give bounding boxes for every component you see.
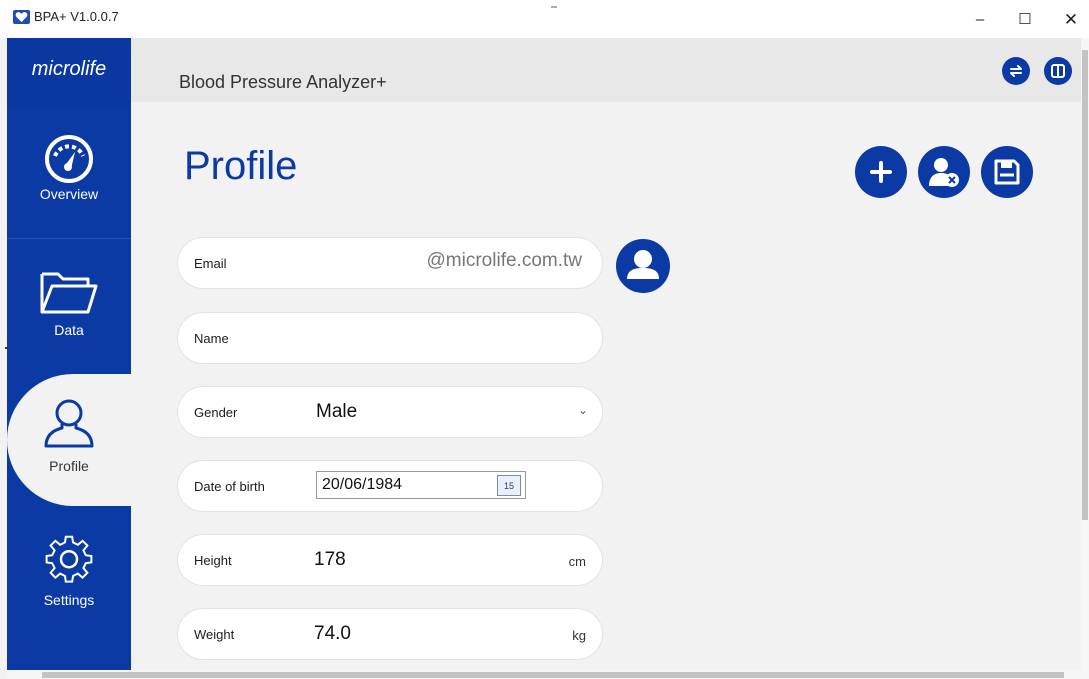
delete-user-icon xyxy=(929,158,959,187)
manual-button[interactable] xyxy=(1044,57,1072,85)
chevron-down-icon[interactable]: ⌄ xyxy=(578,403,588,417)
window-title: BPA+ V1.0.0.7 xyxy=(34,9,119,24)
horizontal-scroll-thumb[interactable] xyxy=(42,672,1064,678)
user-outline-icon xyxy=(44,399,94,448)
brand-logo: microlife xyxy=(31,58,107,80)
user-avatar-icon xyxy=(627,250,659,279)
save-profile-button[interactable] xyxy=(981,146,1033,198)
maximize-button[interactable]: ☐ xyxy=(1011,8,1039,32)
app-heading: Blood Pressure Analyzer+ xyxy=(179,72,387,92)
weight-label: Weight xyxy=(194,627,235,642)
email-value[interactable]: @microlife.com.tw xyxy=(427,250,582,272)
dob-label: Date of birth xyxy=(194,479,265,494)
gear-icon xyxy=(45,535,93,583)
folder-icon xyxy=(40,272,98,314)
weight-unit: kg xyxy=(572,628,586,643)
sidebar-item-label: Settings xyxy=(43,592,95,608)
book-icon xyxy=(1051,64,1065,78)
sidebar-item-label: Data xyxy=(54,322,84,338)
header-bar: Blood Pressure Analyzer+ xyxy=(131,38,1081,102)
sidebar-item-data[interactable]: Data xyxy=(7,238,131,374)
window-grip xyxy=(551,6,557,8)
add-profile-button[interactable] xyxy=(855,146,907,198)
date-picker[interactable]: 20/06/1984 15 xyxy=(316,471,526,499)
page-title: Profile xyxy=(184,144,298,188)
name-field[interactable]: Name xyxy=(178,313,602,363)
sidebar-item-label: Overview xyxy=(39,186,99,202)
avatar[interactable] xyxy=(616,239,670,293)
calendar-icon[interactable]: 15 xyxy=(497,475,521,496)
name-label: Name xyxy=(194,331,229,346)
height-field[interactable]: Height 178 cm xyxy=(178,535,602,585)
email-label: Email xyxy=(194,256,227,271)
weight-value[interactable]: 74.0 xyxy=(314,623,351,645)
title-bar: BPA+ V1.0.0.7 – ☐ ✕ xyxy=(0,0,1089,38)
height-label: Height xyxy=(194,553,232,568)
sidebar-item-overview[interactable]: Overview xyxy=(7,118,131,254)
sidebar-item-label: Profile xyxy=(49,458,89,474)
add-icon xyxy=(870,161,892,183)
sidebar-item-profile[interactable]: Profile xyxy=(7,374,131,506)
close-button[interactable]: ✕ xyxy=(1057,8,1085,32)
window-edge-tick xyxy=(5,347,8,349)
gauge-icon xyxy=(45,135,93,183)
sidebar-item-settings[interactable]: Settings xyxy=(7,508,131,644)
gender-select[interactable]: Gender Male ⌄ xyxy=(178,387,602,437)
height-unit: cm xyxy=(568,554,586,569)
dob-value[interactable]: 20/06/1984 xyxy=(322,476,402,494)
gender-value[interactable]: Male xyxy=(316,401,357,423)
gender-label: Gender xyxy=(194,405,238,420)
dob-field: Date of birth 20/06/1984 15 xyxy=(178,461,602,511)
vertical-scroll-thumb[interactable] xyxy=(1082,50,1088,520)
save-icon xyxy=(994,159,1020,185)
email-field[interactable]: Email @microlife.com.tw xyxy=(178,238,602,288)
height-value[interactable]: 178 xyxy=(314,549,346,571)
weight-field[interactable]: Weight 74.0 kg xyxy=(178,609,602,659)
sidebar: microlife Overview Data Profile Settings xyxy=(7,38,131,670)
app-heart-icon xyxy=(13,10,30,24)
swap-icon xyxy=(1010,65,1022,77)
switch-user-button[interactable] xyxy=(1002,57,1030,85)
minimize-button[interactable]: – xyxy=(966,8,994,32)
delete-user-button[interactable] xyxy=(918,146,970,198)
logo-area: microlife xyxy=(7,38,131,108)
